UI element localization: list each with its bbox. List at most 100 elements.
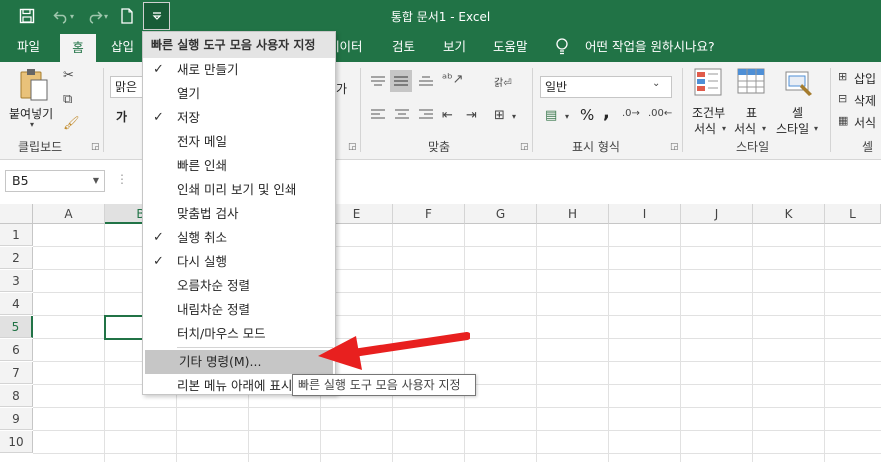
alignment-launcher-icon[interactable]: ◲	[520, 142, 529, 152]
increase-decimal-icon[interactable]: .0→	[622, 108, 640, 119]
copy-icon[interactable]: ⧉	[63, 92, 72, 107]
name-box[interactable]: B5 ▼	[5, 170, 105, 192]
align-top-icon[interactable]	[370, 74, 386, 92]
row-header-2[interactable]: 2	[0, 247, 33, 269]
menu-item-9[interactable]: ✓ 다시 실행	[143, 250, 335, 274]
select-all-corner[interactable]	[0, 204, 33, 224]
merge-dropdown-icon[interactable]: ▾	[512, 112, 516, 121]
row-header-10[interactable]: 10	[0, 431, 33, 453]
align-middle-icon[interactable]	[390, 70, 412, 92]
number-launcher-icon[interactable]: ◲	[670, 142, 679, 152]
row-gridline	[33, 453, 881, 454]
menu-item-3[interactable]: ✓ 저장	[143, 106, 335, 130]
name-box-dropdown-icon[interactable]: ▼	[93, 171, 99, 191]
row-header-5[interactable]: 5	[0, 316, 33, 338]
cell-styles-icon[interactable]	[784, 68, 814, 102]
row-header-1[interactable]: 1	[0, 224, 33, 246]
menu-item-12[interactable]: 터치/마우스 모드	[143, 322, 335, 346]
menu-item-4[interactable]: 전자 메일	[143, 130, 335, 154]
column-header-h[interactable]: H	[537, 204, 609, 224]
customize-qat-menu: 빠른 실행 도구 모음 사용자 지정 ✓ 새로 만들기 열기 ✓ 저장 전자 메일 빠른 인…	[142, 31, 336, 395]
cut-icon[interactable]: ✂	[63, 68, 74, 83]
conditional-formatting-button[interactable]: 조건부	[692, 104, 725, 121]
bold-button[interactable]: 가	[116, 108, 127, 125]
row-header-4[interactable]: 4	[0, 293, 33, 315]
decrease-indent-icon[interactable]: ⇤	[442, 108, 453, 123]
format-as-table-icon[interactable]	[737, 68, 767, 102]
increase-indent-icon[interactable]: ⇥	[466, 108, 477, 123]
align-center-icon[interactable]	[394, 108, 410, 126]
decrease-decimal-icon[interactable]: .00←	[648, 108, 672, 119]
menu-item-13[interactable]: 기타 명령(M)...	[145, 350, 333, 374]
cell-styles-button[interactable]: 셀	[792, 104, 803, 121]
merge-center-icon[interactable]: ⊞	[494, 108, 505, 123]
lightbulb-icon	[555, 32, 569, 62]
menu-item-6[interactable]: 인쇄 미리 보기 및 인쇄	[143, 178, 335, 202]
tab-file[interactable]: 파일	[17, 32, 40, 62]
menu-item-2[interactable]: 열기	[143, 82, 335, 106]
menu-item-label: 리본 메뉴 아래에 표시	[177, 378, 293, 393]
formula-bar: B5 ▼ ⋮	[0, 160, 881, 204]
menu-item-7[interactable]: 맞춤법 검사	[143, 202, 335, 226]
tab-home[interactable]: 홈	[60, 34, 96, 62]
tab-insert[interactable]: 삽입	[111, 32, 134, 62]
delete-cells-button[interactable]: 삭제	[854, 92, 876, 109]
format-cells-button[interactable]: 서식	[854, 114, 876, 131]
format-painter-icon[interactable]: 🖌	[63, 116, 80, 131]
annotation-arrow-icon	[318, 332, 470, 370]
clipboard-launcher-icon[interactable]: ◲	[91, 142, 100, 152]
tab-review[interactable]: 검토	[392, 32, 415, 62]
row-header-8[interactable]: 8	[0, 385, 33, 407]
column-header-f[interactable]: F	[393, 204, 465, 224]
menu-item-5[interactable]: 빠른 인쇄	[143, 154, 335, 178]
conditional-formatting-dropdown-icon[interactable]: ▾	[722, 124, 726, 133]
ribbon-home: 붙여넣기 ▾ ✂ ⧉ 🖌 클립보드 ◲ 맑은 가 가 ◲ ᵃᵇ↗ 갉⏎ ⇤ ⇥ …	[0, 62, 881, 160]
row-gridline	[33, 407, 881, 408]
percent-button[interactable]: %	[580, 106, 594, 124]
tab-help[interactable]: 도움말	[493, 32, 528, 62]
column-header-j[interactable]: J	[681, 204, 753, 224]
menu-item-label: 다시 실행	[177, 254, 227, 269]
paste-icon[interactable]	[18, 68, 50, 106]
paste-dropdown-icon[interactable]: ▾	[30, 120, 34, 129]
menu-item-10[interactable]: 오름차순 정렬	[143, 274, 335, 298]
column-header-i[interactable]: I	[609, 204, 681, 224]
checkmark-icon: ✓	[153, 254, 164, 269]
format-as-table-button[interactable]: 표	[746, 104, 757, 121]
currency-icon[interactable]: ▤	[545, 108, 557, 123]
conditional-formatting-icon[interactable]	[694, 68, 724, 102]
row-header-9[interactable]: 9	[0, 408, 33, 430]
menu-item-11[interactable]: 내림차순 정렬	[143, 298, 335, 322]
comma-button[interactable]: ,	[603, 102, 610, 123]
formula-bar-grip-icon[interactable]: ⋮	[116, 172, 128, 186]
align-left-icon[interactable]	[370, 108, 386, 126]
tell-me-box[interactable]: 어떤 작업을 원하시나요?	[585, 32, 715, 62]
row-header-3[interactable]: 3	[0, 270, 33, 292]
title-bar: ▾ ▾ 통합 문서1 - Excel	[0, 0, 881, 32]
currency-dropdown-icon[interactable]: ▾	[565, 112, 569, 121]
column-header-g[interactable]: G	[465, 204, 537, 224]
align-right-icon[interactable]	[418, 108, 434, 126]
align-bottom-icon[interactable]	[418, 74, 434, 92]
cell-styles-dropdown-icon[interactable]: ▾	[814, 124, 818, 133]
font-size-decrease-button[interactable]: 가	[336, 80, 347, 97]
format-cells-icon[interactable]: ▦	[838, 114, 848, 127]
column-header-k[interactable]: K	[753, 204, 825, 224]
insert-cells-icon[interactable]: ⊞	[838, 70, 847, 83]
row-header-6[interactable]: 6	[0, 339, 33, 361]
insert-cells-button[interactable]: 삽입	[854, 70, 876, 87]
format-as-table-dropdown-icon[interactable]: ▾	[762, 124, 766, 133]
number-format-dropdown-icon[interactable]: ⌄	[652, 78, 660, 89]
tab-view[interactable]: 보기	[443, 32, 466, 62]
orientation-icon[interactable]: ᵃᵇ↗	[442, 72, 464, 87]
delete-cells-icon[interactable]: ⊟	[838, 92, 847, 105]
column-header-a[interactable]: A	[33, 204, 105, 224]
font-launcher-icon[interactable]: ◲	[348, 142, 357, 152]
menu-item-1[interactable]: ✓ 새로 만들기	[143, 58, 335, 82]
row-header-7[interactable]: 7	[0, 362, 33, 384]
wrap-text-icon[interactable]: 갉⏎	[494, 74, 512, 89]
format-as-table-label: 서식	[734, 122, 757, 136]
menu-item-8[interactable]: ✓ 실행 취소	[143, 226, 335, 250]
font-name-box[interactable]: 맑은	[110, 76, 144, 98]
column-header-l[interactable]: L	[825, 204, 881, 224]
